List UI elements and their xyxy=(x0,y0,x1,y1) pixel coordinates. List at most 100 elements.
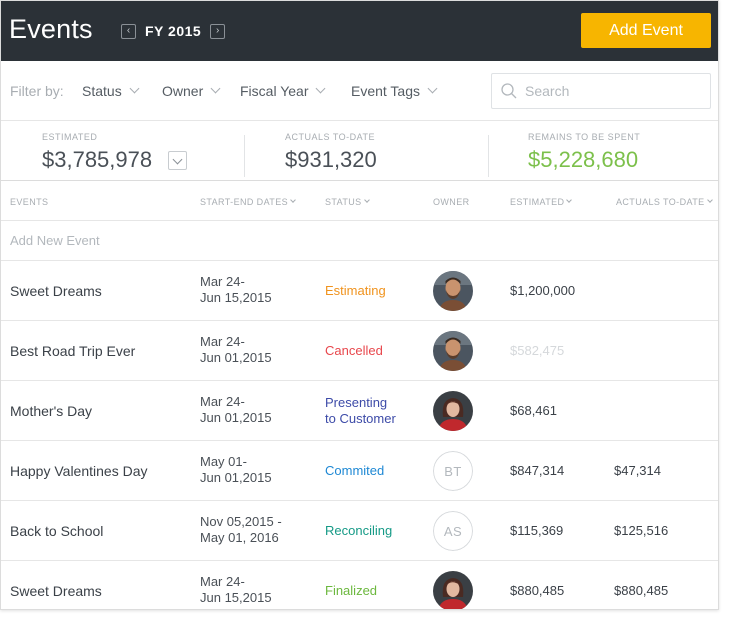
estimated-value: $1,200,000 xyxy=(510,283,576,298)
status-label-line: Presenting xyxy=(325,395,388,410)
actuals-value: $47,314 xyxy=(614,463,661,478)
fiscal-year-filter-dropdown[interactable]: Fiscal Year xyxy=(240,83,326,99)
event-dates-line: Mar 24- xyxy=(200,274,245,289)
status-label-line: Commited xyxy=(325,463,385,478)
filter-bar: Filter by: Status Owner Fiscal Year Even… xyxy=(1,61,718,121)
event-dates-line: Nov 05,2015 - xyxy=(200,514,282,529)
status-label: Cancelled xyxy=(325,343,383,359)
status-label: Estimating xyxy=(325,283,386,299)
status-label: Finalized xyxy=(325,583,377,599)
status-label-line: Reconciling xyxy=(325,523,393,538)
estimated-value: $68,461 xyxy=(510,403,557,418)
chevron-down-icon xyxy=(129,83,140,93)
chevron-down-icon xyxy=(427,83,438,93)
chevron-right-icon[interactable]: › xyxy=(210,23,226,39)
filter-by-label: Filter by: xyxy=(10,83,64,99)
column-header-status[interactable]: STATUS xyxy=(325,197,370,207)
owner-avatar[interactable]: BT xyxy=(433,451,473,491)
event-dates-line: Jun 15,2015 xyxy=(200,590,272,605)
actuals-value: $125,516 xyxy=(614,523,669,538)
search-box[interactable] xyxy=(491,73,711,109)
owner-avatar[interactable] xyxy=(433,331,473,371)
event-dates-line: Mar 24- xyxy=(200,334,245,349)
table-row[interactable]: Best Road Trip Ever Mar 24- Jun 01,2015 Can… xyxy=(1,321,718,381)
fiscal-year-filter-label: Fiscal Year xyxy=(240,83,309,99)
sort-down-icon xyxy=(363,197,370,203)
divider xyxy=(244,135,245,177)
status-filter-label: Status xyxy=(82,83,122,99)
column-header-actuals[interactable]: ACTUALS TO-DATE xyxy=(616,197,713,207)
table-row[interactable]: Back to School Nov 05,2015 - May 01, 2016 R… xyxy=(1,501,718,561)
avatar-photo xyxy=(433,391,473,431)
owner-filter-dropdown[interactable]: Owner xyxy=(162,83,221,99)
add-new-event-row: Add New Event xyxy=(1,221,718,261)
status-label: Reconciling xyxy=(325,523,392,539)
chevron-left-icon[interactable]: ‹ xyxy=(121,23,136,39)
avatar-photo xyxy=(433,331,473,371)
table-row[interactable]: Happy Valentines Day May 01- Jun 01,2015 Co… xyxy=(1,441,718,501)
event-dates-line: May 01- xyxy=(200,454,247,469)
column-header-estimated-label: ESTIMATED xyxy=(510,197,565,207)
search-icon xyxy=(501,83,517,99)
event-name: Sweet Dreams xyxy=(10,283,102,299)
owner-avatar[interactable]: AS xyxy=(433,511,473,551)
event-dates: Mar 24- Jun 15,2015 xyxy=(200,274,272,306)
avatar-photo xyxy=(433,571,473,609)
event-dates: Nov 05,2015 - May 01, 2016 xyxy=(200,514,282,546)
event-dates: Mar 24- Jun 01,2015 xyxy=(200,394,272,426)
remains-summary-label: REMAINS TO BE SPENT xyxy=(528,132,641,142)
divider xyxy=(488,135,489,177)
table-header: EVENTS START-END DATES STATUS OWNER ESTI… xyxy=(1,181,718,221)
actuals-summary-label: ACTUALS TO-DATE xyxy=(285,132,376,142)
page-title: Events xyxy=(9,14,93,44)
fiscal-year-switcher: ‹ FY 2015 › xyxy=(121,23,226,39)
event-dates-line: Jun 01,2015 xyxy=(200,470,272,485)
event-tags-filter-label: Event Tags xyxy=(351,83,421,99)
status-label-line: Cancelled xyxy=(325,343,383,358)
column-header-estimated[interactable]: ESTIMATED xyxy=(510,197,573,207)
estimated-summary-value: $3,785,978 xyxy=(42,147,153,172)
column-header-actuals-label: ACTUALS TO-DATE xyxy=(616,197,705,207)
avatar-initials: BT xyxy=(433,451,473,491)
column-header-owner-label: OWNER xyxy=(433,197,470,207)
add-new-event-link[interactable]: Add New Event xyxy=(10,233,100,248)
avatar-photo xyxy=(433,271,473,311)
table-row[interactable]: Mother's Day Mar 24- Jun 01,2015 Presenting… xyxy=(1,381,718,441)
event-dates: Mar 24- Jun 01,2015 xyxy=(200,334,272,366)
column-header-status-label: STATUS xyxy=(325,197,362,207)
owner-avatar[interactable] xyxy=(433,271,473,311)
owner-avatar[interactable] xyxy=(433,391,473,431)
status-label-line: to Customer xyxy=(325,411,396,426)
chevron-down-icon xyxy=(210,83,221,93)
table-row[interactable]: Sweet Dreams Mar 24- Jun 15,2015 Estimating… xyxy=(1,261,718,321)
event-dates-line: May 01, 2016 xyxy=(200,530,279,545)
search-input[interactable] xyxy=(525,82,695,100)
summary-bar: ESTIMATED $3,785,978 ACTUALS TO-DATE $93… xyxy=(1,121,718,181)
status-label: Commited xyxy=(325,463,384,479)
estimated-value: $582,475 xyxy=(510,343,565,358)
sort-down-icon xyxy=(290,197,296,203)
column-header-events-label: EVENTS xyxy=(10,197,49,207)
column-header-owner: OWNER xyxy=(433,197,470,207)
events-panel: Events ‹ FY 2015 › Add Event Filter by: … xyxy=(0,0,719,610)
status-label: Presenting to Customer xyxy=(325,395,396,427)
status-filter-dropdown[interactable]: Status xyxy=(82,83,140,99)
column-header-dates-label: START-END DATES xyxy=(200,197,289,207)
event-name: Back to School xyxy=(10,523,104,539)
estimated-value: $847,314 xyxy=(510,463,565,478)
avatar-initials: AS xyxy=(433,511,473,551)
table-row[interactable]: Sweet Dreams Mar 24- Jun 15,2015 Finalized $… xyxy=(1,561,718,609)
estimated-dropdown-button[interactable] xyxy=(168,151,187,170)
add-event-button[interactable]: Add Event xyxy=(581,13,711,48)
top-bar: Events ‹ FY 2015 › Add Event xyxy=(1,1,718,61)
chevron-down-icon xyxy=(172,154,183,165)
event-tags-filter-dropdown[interactable]: Event Tags xyxy=(351,83,438,99)
event-name: Sweet Dreams xyxy=(10,583,102,599)
event-dates-line: Mar 24- xyxy=(200,394,245,409)
owner-avatar[interactable] xyxy=(433,571,473,609)
event-dates: Mar 24- Jun 15,2015 xyxy=(200,574,272,606)
column-header-dates[interactable]: START-END DATES xyxy=(200,197,296,207)
event-name: Best Road Trip Ever xyxy=(10,343,136,359)
event-dates-line: Mar 24- xyxy=(200,574,245,589)
fiscal-year-label: FY 2015 xyxy=(145,23,202,39)
